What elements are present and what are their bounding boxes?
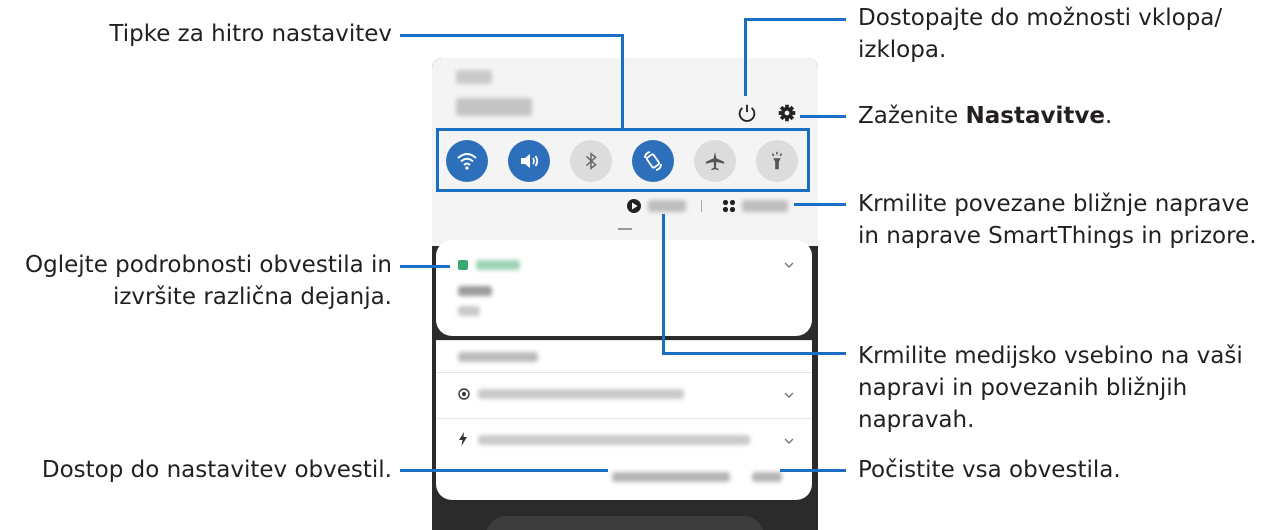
- callout-notification: Oglejte podrobnosti obvestila in izvršit…: [4, 249, 392, 313]
- devices-label[interactable]: [742, 200, 788, 212]
- callout-media: Krmilite medijsko vsebino na vaši naprav…: [858, 340, 1270, 436]
- gear-icon[interactable]: [776, 102, 798, 124]
- power-icon[interactable]: [736, 102, 758, 124]
- wifi-icon: [457, 153, 477, 170]
- bottom-bar: [486, 516, 764, 530]
- phone-screen: [432, 58, 818, 530]
- silent-notifications-card: [436, 340, 812, 500]
- bluetooth-toggle[interactable]: [570, 140, 612, 182]
- leader-line: [662, 214, 665, 355]
- leader-line: [662, 352, 846, 355]
- notification-settings-button[interactable]: [612, 472, 730, 482]
- auto-rotate-toggle[interactable]: [632, 140, 674, 182]
- status-date: [456, 98, 532, 116]
- callout-settings: Zaženite Nastavitve.: [858, 100, 1258, 132]
- callout-power: Dostopajte do možnosti vklopa/ izklopa.: [858, 2, 1268, 66]
- callout-quick-settings: Tipke za hitro nastavitev: [109, 21, 392, 47]
- list-item-text: [478, 389, 684, 399]
- airplane-icon: [705, 151, 725, 171]
- bluetooth-icon: [585, 152, 597, 170]
- callout-media-line1: Krmilite medijsko vsebino na vaši: [858, 343, 1243, 369]
- callout-notification-line1: Oglejte podrobnosti obvestila in: [25, 252, 392, 278]
- leader-line: [400, 469, 608, 472]
- callout-notification-settings: Dostop do nastavitev obvestil.: [41, 457, 392, 483]
- callout-media-line2: napravi in povezanih bližnjih: [858, 375, 1188, 401]
- callout-smartthings-line2: in naprave SmartThings in prizore.: [858, 223, 1257, 249]
- airplane-toggle[interactable]: [694, 140, 736, 182]
- callout-settings-prefix: Zaženite: [858, 103, 966, 129]
- callout-settings-suffix: .: [1104, 103, 1113, 129]
- chevron-down-icon[interactable]: [784, 392, 794, 398]
- sound-toggle[interactable]: [508, 140, 550, 182]
- list-item-text: [478, 435, 750, 445]
- quick-settings-box: [436, 128, 810, 192]
- calendar-app-name: [476, 260, 520, 270]
- leader-line: [400, 34, 624, 37]
- list-item[interactable]: [436, 372, 812, 416]
- list-item[interactable]: [436, 418, 812, 462]
- devices-grid-icon[interactable]: [722, 199, 736, 213]
- callout-clear: Počistite vsa obvestila.: [858, 457, 1121, 483]
- flashlight-toggle[interactable]: [756, 140, 798, 182]
- media-divider: [701, 200, 702, 212]
- leader-line: [400, 265, 450, 268]
- notification-panel-header: [432, 58, 818, 246]
- calendar-notification-card[interactable]: [436, 240, 812, 336]
- callout-media-line3: napravah.: [858, 407, 975, 433]
- media-label[interactable]: [648, 200, 686, 212]
- notification-time: [458, 306, 480, 316]
- wifi-toggle[interactable]: [446, 140, 488, 182]
- leader-line: [800, 115, 846, 118]
- callout-notification-line2: izvršite različna dejanja.: [112, 284, 392, 310]
- chevron-down-icon[interactable]: [784, 438, 794, 444]
- callout-smartthings-line1: Krmilite povezane bližnje naprave: [858, 191, 1250, 217]
- notification-title: [458, 286, 492, 296]
- leader-line: [621, 34, 624, 129]
- panel-handle[interactable]: [618, 228, 632, 230]
- auto-rotate-icon: [644, 151, 662, 171]
- callout-settings-bold: Nastavitve: [965, 103, 1105, 129]
- media-play-icon[interactable]: [626, 198, 642, 214]
- chevron-down-icon[interactable]: [784, 262, 794, 268]
- sound-icon: [521, 154, 539, 168]
- silent-header: [458, 352, 538, 362]
- leader-line: [794, 203, 846, 206]
- leader-line: [744, 18, 846, 21]
- callout-smartthings: Krmilite povezane bližnje naprave in nap…: [858, 188, 1270, 252]
- callout-power-line1: Dostopajte do možnosti vklopa/: [858, 5, 1223, 31]
- leader-line: [744, 18, 747, 96]
- status-time: [456, 70, 492, 84]
- leader-line: [780, 469, 846, 472]
- charging-icon: [459, 432, 467, 446]
- clear-button[interactable]: [752, 472, 782, 482]
- divider: [436, 340, 812, 341]
- callout-power-line2: izklopa.: [858, 37, 947, 63]
- calendar-icon: [458, 260, 468, 270]
- android-system-icon: [458, 388, 470, 400]
- flashlight-icon: [771, 151, 783, 170]
